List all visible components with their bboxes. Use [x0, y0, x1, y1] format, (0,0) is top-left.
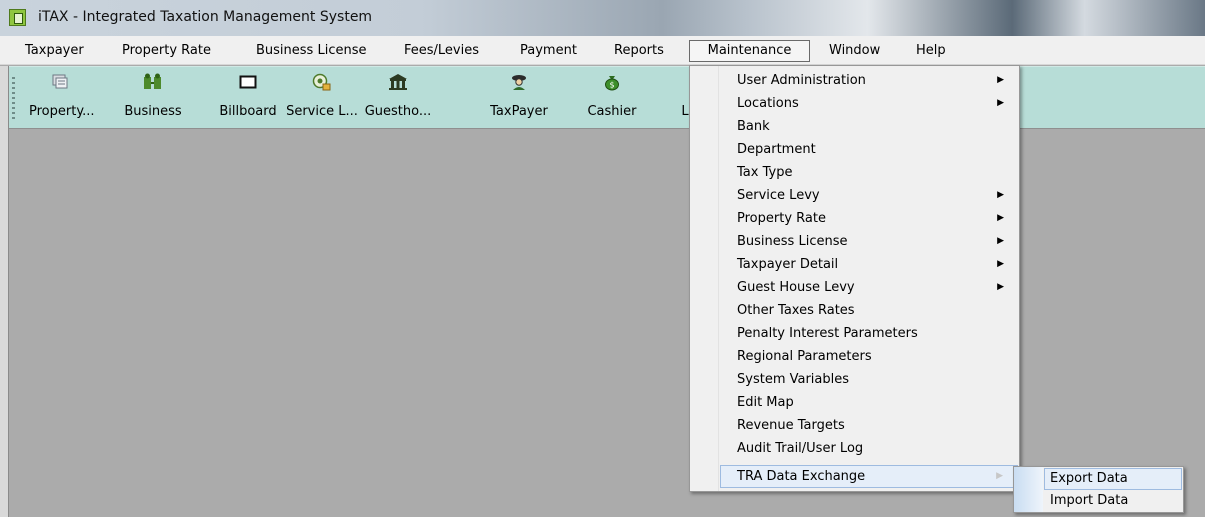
maintenance-menu: User Administration ▶ Locations ▶ Bank Dep…	[689, 65, 1020, 492]
menu-item-tax-type[interactable]: Tax Type	[720, 161, 1018, 184]
menu-item-department[interactable]: Department	[720, 138, 1018, 161]
menu-maintenance[interactable]: Maintenance	[689, 40, 810, 62]
menu-item-service-levy[interactable]: Service Levy ▶	[720, 184, 1018, 207]
toolbar-property-label: Property...	[29, 104, 95, 119]
menu-item-label: Locations	[737, 96, 799, 111]
menu-item-locations[interactable]: Locations ▶	[720, 92, 1018, 115]
toolbar-service-levy-button[interactable]: Service L...	[286, 73, 358, 123]
menu-item-label: Guest House Levy	[737, 280, 855, 295]
menu-taxpayer[interactable]: Taxpayer	[23, 40, 86, 62]
toolbar-service-levy-label: Service L...	[286, 104, 358, 119]
menu-item-label: Audit Trail/User Log	[737, 441, 864, 456]
toolbar-billboard-label: Billboard	[219, 104, 277, 119]
submenu-arrow-icon: ▶	[997, 236, 1004, 246]
tra-data-exchange-submenu: Export Data Import Data	[1013, 466, 1184, 513]
submenu-item-import-data[interactable]: Import Data	[1044, 490, 1182, 512]
menu-item-label: Service Levy	[737, 188, 820, 203]
menu-business-license[interactable]: Business License	[254, 40, 368, 62]
menu-item-other-taxes-rates[interactable]: Other Taxes Rates	[720, 299, 1018, 322]
toolbar-cashier-button[interactable]: $ Cashier	[584, 73, 640, 123]
submenu-arrow-icon: ▶	[997, 282, 1004, 292]
svg-text:$: $	[609, 81, 614, 90]
menu-window[interactable]: Window	[827, 40, 882, 62]
menu-item-label: Edit Map	[737, 395, 794, 410]
business-icon	[121, 73, 185, 95]
menu-item-audit-trail[interactable]: Audit Trail/User Log	[720, 437, 1018, 460]
menu-reports[interactable]: Reports	[612, 40, 666, 62]
toolbar-taxpayer-label: TaxPayer	[490, 104, 548, 119]
submenu-arrow-icon: ▶	[997, 213, 1004, 223]
submenu-icon-gutter	[1014, 467, 1043, 512]
submenu-arrow-icon: ▶	[996, 471, 1003, 481]
menu-payment[interactable]: Payment	[518, 40, 579, 62]
menu-item-user-administration[interactable]: User Administration ▶	[720, 69, 1018, 92]
toolbar-taxpayer-button[interactable]: TaxPayer	[485, 73, 553, 123]
menu-item-guest-house-levy[interactable]: Guest House Levy ▶	[720, 276, 1018, 299]
menu-item-taxpayer-detail[interactable]: Taxpayer Detail ▶	[720, 253, 1018, 276]
menu-bar: Taxpayer Property Rate Business License …	[0, 36, 1205, 65]
menu-item-tra-data-exchange[interactable]: TRA Data Exchange ▶	[720, 465, 1018, 488]
menu-item-label: Bank	[737, 119, 770, 134]
menu-item-label: Penalty Interest Parameters	[737, 326, 918, 341]
toolbar-business-label: Business	[124, 104, 182, 119]
window-title: iTAX - Integrated Taxation Management Sy…	[38, 9, 373, 25]
menu-item-regional-parameters[interactable]: Regional Parameters	[720, 345, 1018, 368]
billboard-icon	[214, 73, 282, 95]
menu-fees-levies[interactable]: Fees/Levies	[402, 40, 481, 62]
submenu-arrow-icon: ▶	[997, 98, 1004, 108]
toolbar-billboard-button[interactable]: Billboard	[214, 73, 282, 123]
menu-item-property-rate[interactable]: Property Rate ▶	[720, 207, 1018, 230]
toolbar-guesthouse-button[interactable]: Guestho...	[361, 73, 435, 123]
menu-help[interactable]: Help	[914, 40, 948, 62]
submenu-arrow-icon: ▶	[997, 75, 1004, 85]
title-bar[interactable]: iTAX - Integrated Taxation Management Sy…	[0, 0, 1205, 36]
submenu-arrow-icon: ▶	[997, 259, 1004, 269]
submenu-arrow-icon: ▶	[997, 190, 1004, 200]
menu-item-label: Taxpayer Detail	[737, 257, 839, 272]
menu-property-rate[interactable]: Property Rate	[120, 40, 213, 62]
menu-item-system-variables[interactable]: System Variables	[720, 368, 1018, 391]
frame-left-edge	[0, 66, 9, 517]
menu-item-label: TRA Data Exchange	[737, 469, 866, 484]
submenu-item-export-data[interactable]: Export Data	[1044, 468, 1182, 490]
toolbar-grip-handle[interactable]	[12, 77, 15, 119]
menu-item-label: Department	[737, 142, 816, 157]
menu-item-penalty-interest-parameters[interactable]: Penalty Interest Parameters	[720, 322, 1018, 345]
menu-item-label: User Administration	[737, 73, 866, 88]
app-icon	[9, 9, 26, 26]
toolbar-guesthouse-label: Guestho...	[364, 104, 432, 119]
menu-item-label: Regional Parameters	[737, 349, 872, 364]
menu-item-label: Property Rate	[737, 211, 826, 226]
property-icon	[29, 73, 91, 95]
guesthouse-icon	[361, 73, 435, 95]
toolbar-cashier-label: Cashier	[587, 104, 637, 119]
menu-item-label: Tax Type	[737, 165, 793, 180]
menu-item-label: System Variables	[737, 372, 850, 387]
menu-item-revenue-targets[interactable]: Revenue Targets	[720, 414, 1018, 437]
toolbar: Property... Business Billboard Service L…	[9, 66, 1205, 128]
toolbar-business-button[interactable]: Business	[121, 73, 185, 123]
menu-icon-gutter	[690, 66, 719, 491]
menu-item-label: Revenue Targets	[737, 418, 845, 433]
cashier-icon: $	[584, 73, 640, 95]
toolbar-property-button[interactable]: Property...	[29, 73, 95, 123]
mdi-workspace[interactable]	[9, 128, 1205, 517]
menu-item-label: Business License	[737, 234, 848, 249]
menu-item-business-license[interactable]: Business License ▶	[720, 230, 1018, 253]
taxpayer-icon	[485, 73, 553, 95]
menu-item-bank[interactable]: Bank	[720, 115, 1018, 138]
service-levy-icon	[286, 73, 358, 95]
menu-item-edit-map[interactable]: Edit Map	[720, 391, 1018, 414]
menu-item-label: Other Taxes Rates	[737, 303, 855, 318]
